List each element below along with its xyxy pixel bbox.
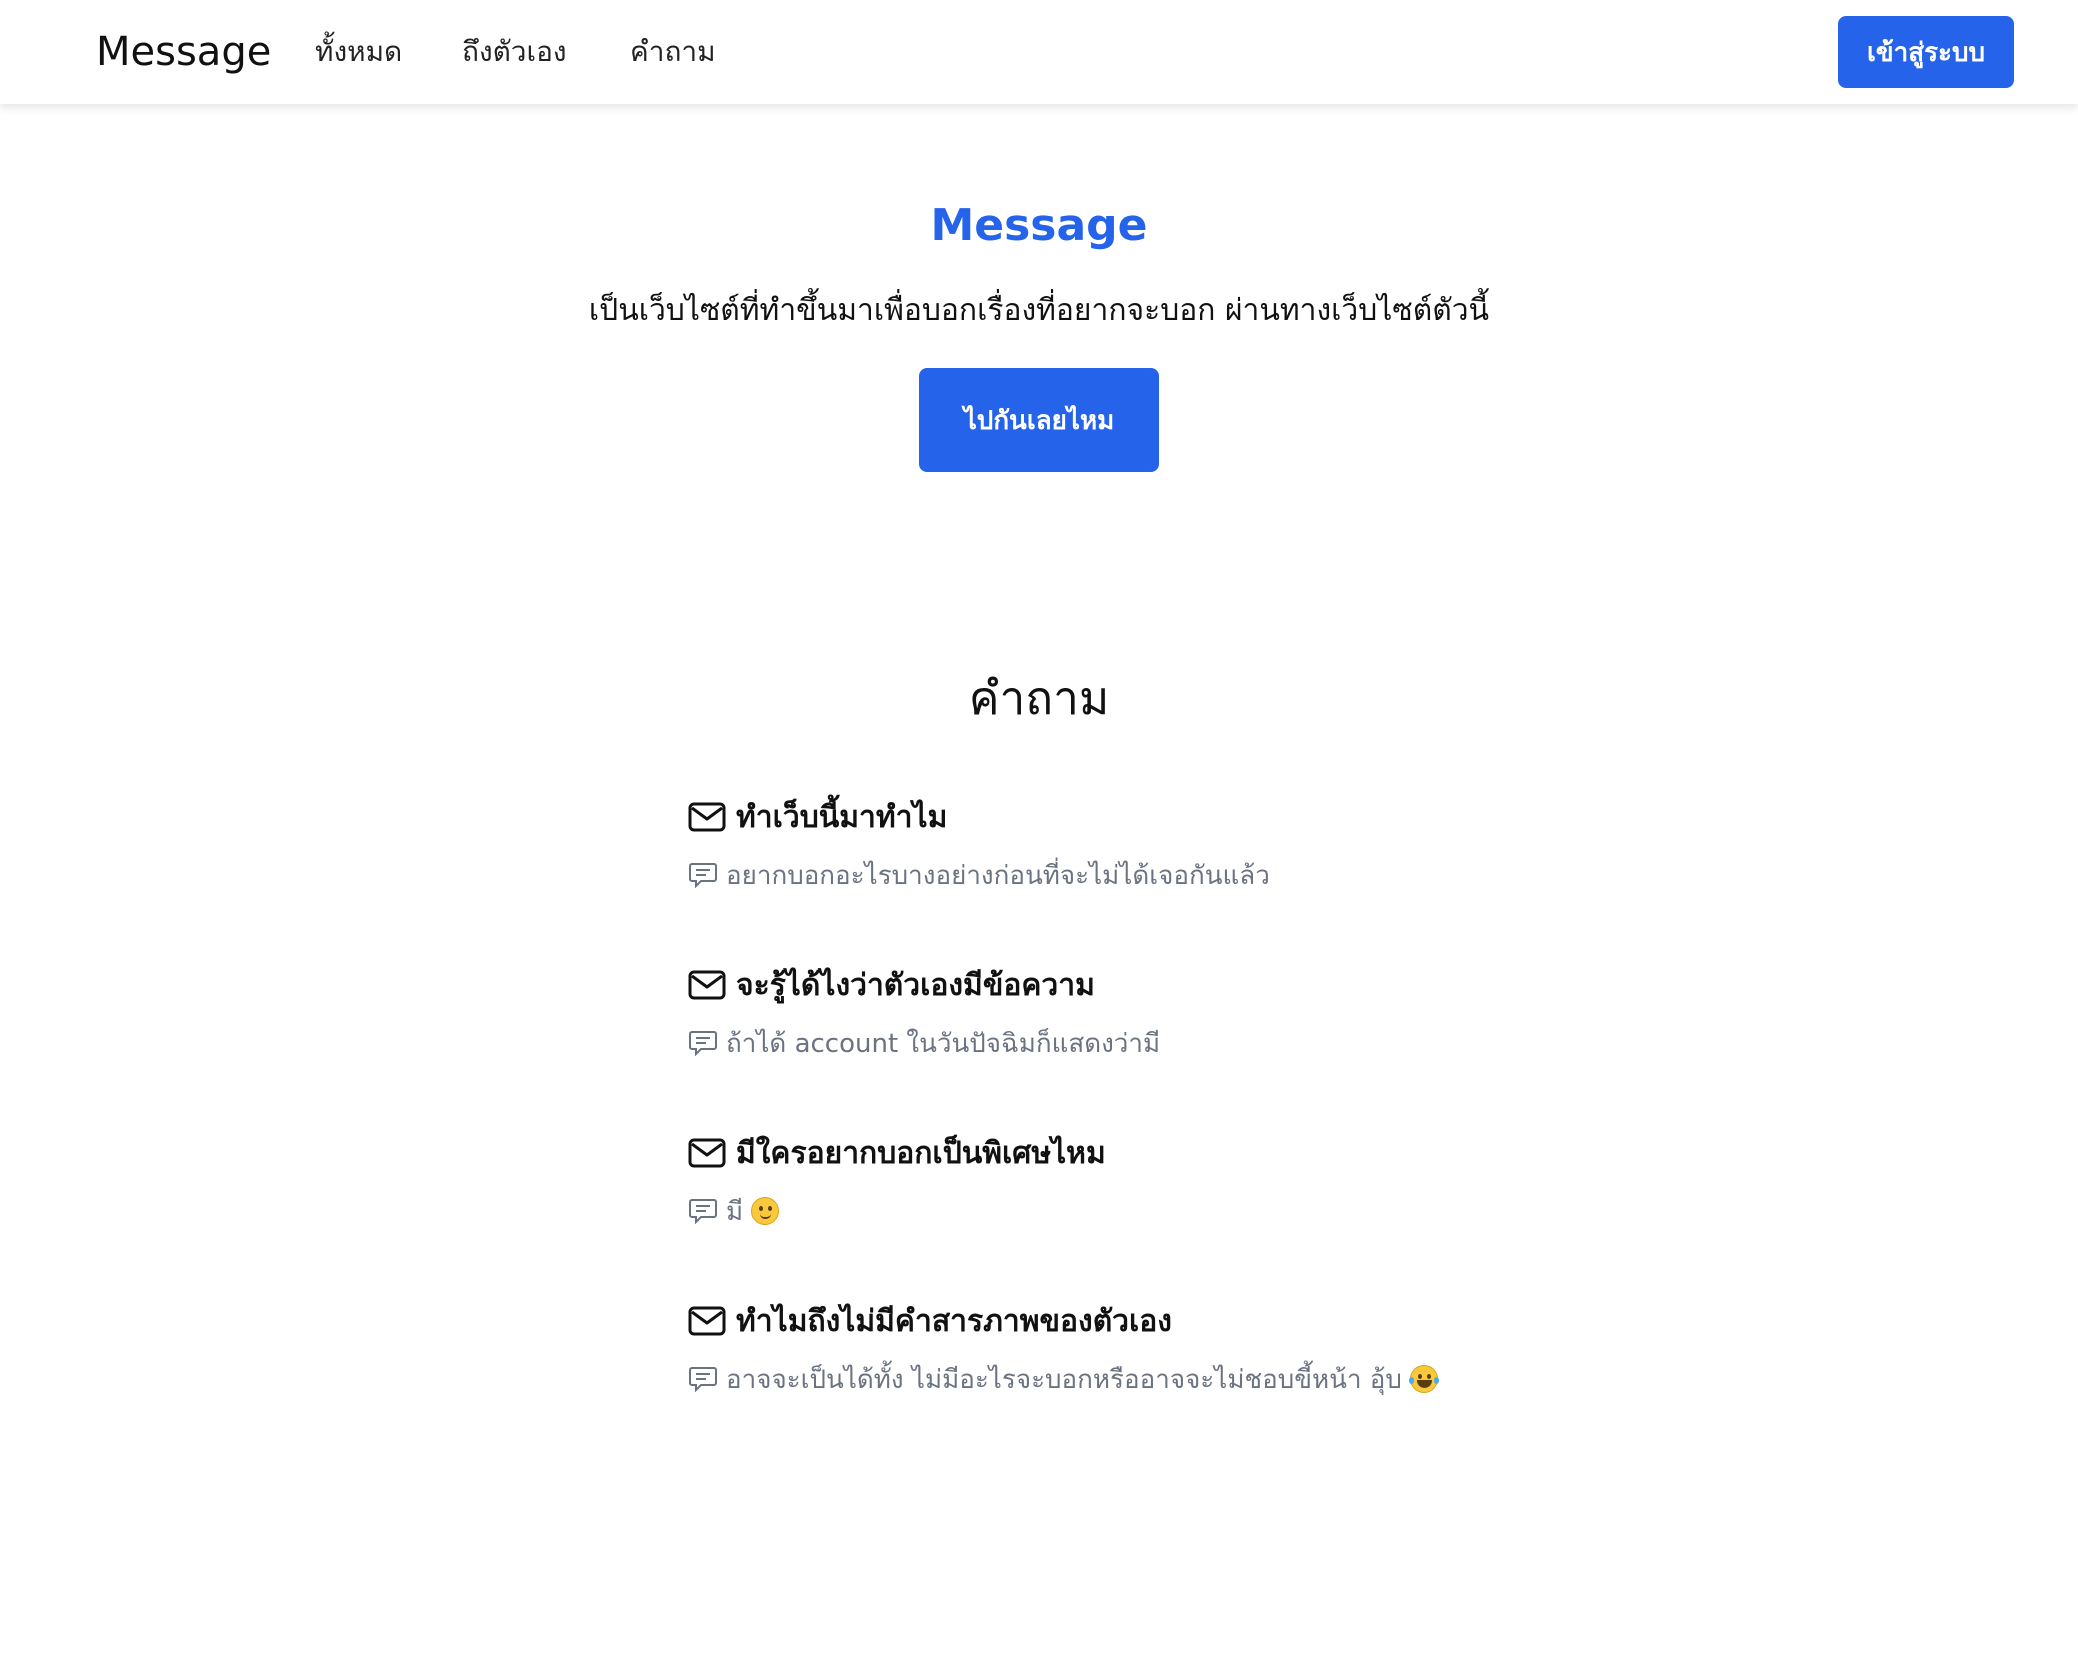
faq-answer-row: มี	[688, 1191, 1788, 1231]
envelope-icon	[688, 1306, 726, 1336]
envelope-icon	[688, 970, 726, 1000]
nav-link-to-self[interactable]: ถึงตัวเอง	[462, 34, 567, 70]
faq-question-row: ทำไมถึงไม่มีคำสารภาพของตัวเอง	[688, 1297, 1788, 1345]
nav-link-all[interactable]: ทั้งหมด	[315, 34, 402, 70]
laughing-face-emoji-icon	[1408, 1365, 1439, 1393]
faq-question-row: ทำเว็บนี้มาทำไม	[688, 793, 1788, 841]
faq-question-row: มีใครอยากบอกเป็นพิเศษไหม	[688, 1129, 1788, 1177]
faq-question: จะรู้ได้ไงว่าตัวเองมีข้อความ	[736, 967, 1095, 1003]
faq-question: ทำไมถึงไม่มีคำสารภาพของตัวเอง	[736, 1303, 1172, 1339]
faq-answer: ถ้าได้ account ในวันปัจฉิมก็แสดงว่ามี	[726, 1028, 1161, 1059]
faq-answer: มี	[726, 1196, 744, 1227]
nav-link-questions[interactable]: คำถาม	[630, 34, 716, 70]
brand-logo[interactable]: Message	[96, 28, 271, 76]
faq-item: ทำเว็บนี้มาทำไม อยากบอกอะไรบางอย่างก่อนท…	[688, 793, 1788, 895]
faq-item: มีใครอยากบอกเป็นพิเศษไหม มี	[688, 1129, 1788, 1231]
faq-question-row: จะรู้ได้ไงว่าตัวเองมีข้อความ	[688, 961, 1788, 1009]
faq-item: ทำไมถึงไม่มีคำสารภาพของตัวเอง อาจจะเป็นไ…	[688, 1297, 1788, 1399]
faq-answer: อาจจะเป็นได้ทั้ง ไม่มีอะไรจะบอกหรืออาจจะ…	[726, 1364, 1402, 1395]
faq-question: ทำเว็บนี้มาทำไม	[736, 799, 948, 835]
envelope-icon	[688, 802, 726, 832]
login-button[interactable]: เข้าสู่ระบบ	[1838, 16, 2014, 88]
hero-title: Message	[930, 200, 1148, 251]
faq-answer: อยากบอกอะไรบางอย่างก่อนที่จะไม่ได้เจอกัน…	[726, 860, 1270, 891]
cta-button[interactable]: ไปกันเลยไหม	[919, 368, 1159, 472]
chat-bubble-icon	[689, 1367, 717, 1393]
chat-bubble-icon	[689, 1031, 717, 1057]
faq-question: มีใครอยากบอกเป็นพิเศษไหม	[736, 1135, 1106, 1171]
chat-bubble-icon	[689, 863, 717, 889]
faq-title: คำถาม	[968, 671, 1110, 725]
top-navbar: Message ทั้งหมด ถึงตัวเอง คำถาม เข้าสู่ร…	[0, 0, 2078, 104]
faq-item: จะรู้ได้ไงว่าตัวเองมีข้อความ ถ้าได้ acco…	[688, 961, 1788, 1063]
thinking-face-emoji-icon	[751, 1197, 780, 1225]
chat-bubble-icon	[689, 1199, 717, 1225]
hero-description: เป็นเว็บไซต์ที่ทำขึ้นมาเพื่อบอกเรื่องที่…	[588, 293, 1490, 328]
envelope-icon	[688, 1138, 726, 1168]
faq-answer-row: อยากบอกอะไรบางอย่างก่อนที่จะไม่ได้เจอกัน…	[688, 855, 1788, 895]
faq-answer-row: อาจจะเป็นได้ทั้ง ไม่มีอะไรจะบอกหรืออาจจะ…	[688, 1359, 1788, 1399]
faq-answer-row: ถ้าได้ account ในวันปัจฉิมก็แสดงว่ามี	[688, 1023, 1788, 1063]
